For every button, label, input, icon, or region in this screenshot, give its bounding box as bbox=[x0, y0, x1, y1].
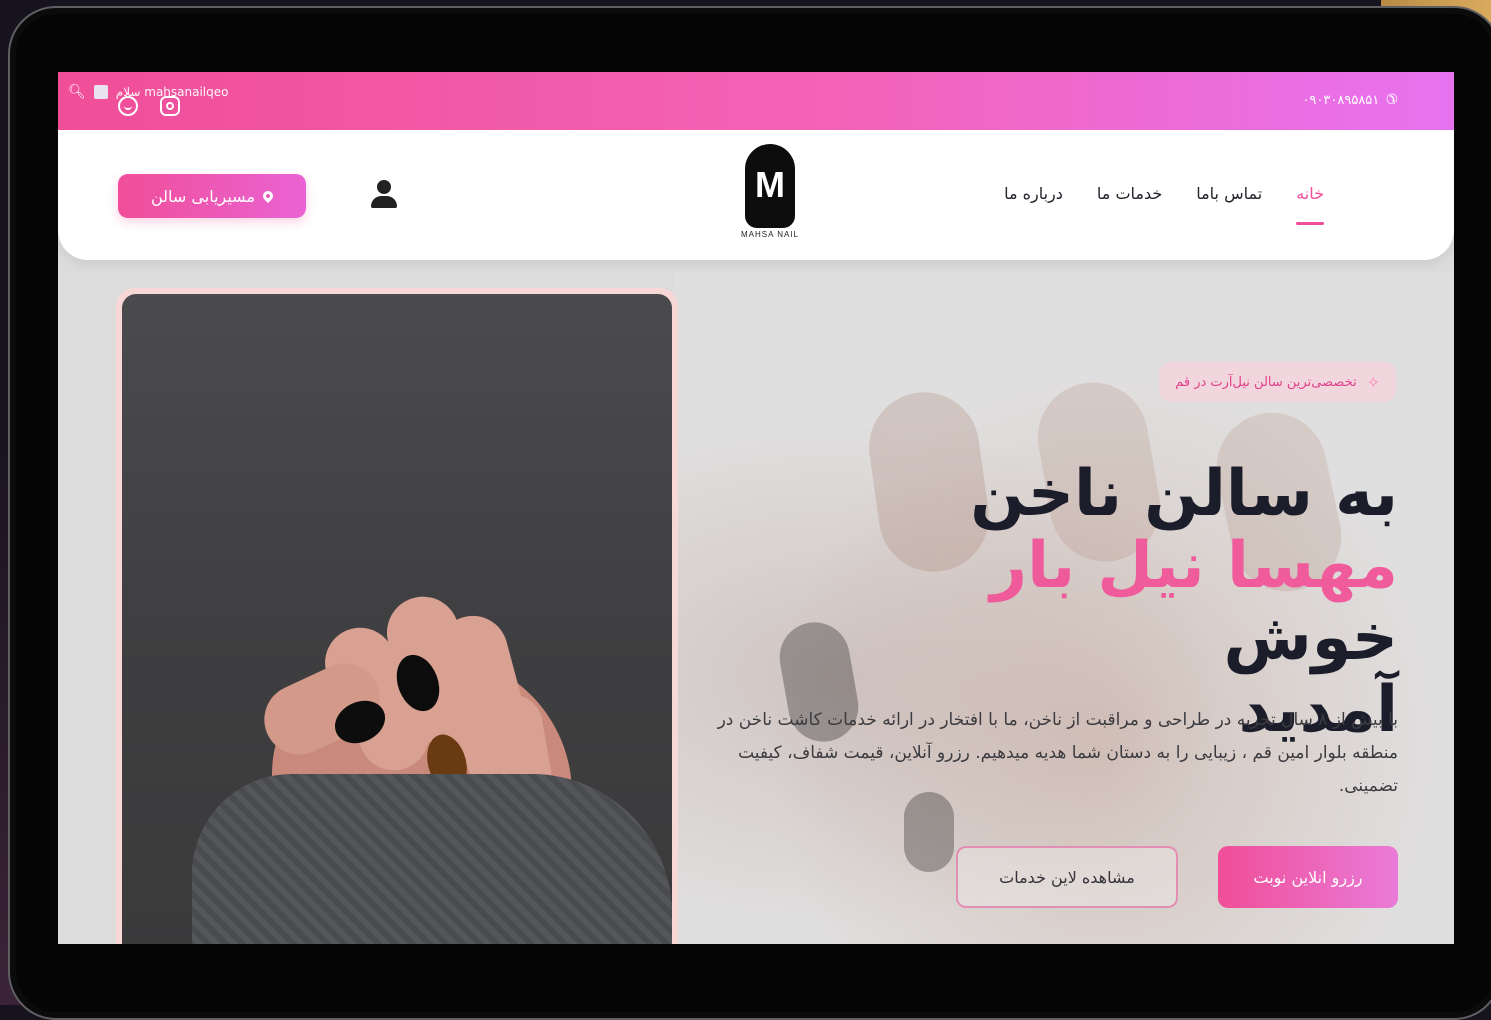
hero-title: به سالن ناخن مهسا نیل بار خوش آمدید bbox=[798, 458, 1398, 746]
nav-item-contact[interactable]: تماس باما bbox=[1196, 184, 1262, 203]
hero-tagline: ✧ تخصصی‌ترین سالن نیل‌آرت در قم bbox=[1159, 362, 1396, 402]
phone-contact[interactable]: ۰۹۰۳۰۸۹۵۸۵۱ ✆ bbox=[1302, 92, 1398, 108]
logo-mark: M bbox=[745, 144, 795, 228]
nav-item-services[interactable]: خدمات ما bbox=[1097, 184, 1162, 203]
site-header: خانه تماس باما خدمات ما درباره ما M MAHS… bbox=[58, 130, 1454, 260]
phone-icon: ✆ bbox=[1385, 92, 1398, 108]
nav-item-about[interactable]: درباره ما bbox=[1004, 184, 1063, 203]
location-pin-icon bbox=[260, 188, 276, 204]
hero-photo bbox=[122, 294, 672, 944]
instagram-icon[interactable] bbox=[160, 96, 180, 116]
hero-title-tail: خوش bbox=[1223, 601, 1398, 675]
route-button-label: مسیریابی سالن bbox=[150, 186, 256, 206]
tagline-text: تخصصی‌ترین سالن نیل‌آرت در قم bbox=[1175, 374, 1357, 390]
route-button[interactable]: مسیریابی سالن bbox=[118, 174, 306, 218]
site-logo[interactable]: M MAHSA NAIL bbox=[730, 144, 810, 244]
social-links bbox=[118, 96, 180, 116]
top-bar: ۰۹۰۳۰۸۹۵۸۵۱ ✆ 🔍︎ سلام mahsanailqeo bbox=[58, 72, 1454, 130]
hero-photo-frame bbox=[116, 288, 678, 944]
whatsapp-icon[interactable] bbox=[118, 96, 138, 116]
logo-letter: M bbox=[755, 164, 785, 205]
checkbox-icon[interactable] bbox=[93, 85, 108, 99]
phone-number: ۰۹۰۳۰۸۹۵۸۵۱ bbox=[1302, 92, 1380, 108]
book-online-button[interactable]: رزرو انلاین نوبت bbox=[1218, 846, 1398, 908]
hero-title-brand: مهسا نیل bbox=[1097, 529, 1398, 603]
sweater-sleeve bbox=[192, 774, 672, 944]
view-services-button[interactable]: مشاهده لاین خدمات bbox=[956, 846, 1178, 908]
main-nav: خانه تماس باما خدمات ما درباره ما bbox=[1004, 184, 1324, 225]
sparkle-icon: ✧ bbox=[1366, 372, 1380, 392]
search-icon[interactable]: 🔍︎ bbox=[68, 84, 86, 100]
user-icon[interactable] bbox=[370, 180, 398, 210]
browser-screen: ۰۹۰۳۰۸۹۵۸۵۱ ✆ 🔍︎ سلام mahsanailqeo خانه … bbox=[58, 72, 1454, 944]
hero-description: با بیش از ۸ سال تجربه در طراحی و مراقبت … bbox=[717, 710, 1398, 796]
hero-title-line1: به سالن ناخن bbox=[970, 457, 1398, 531]
logo-text: MAHSA NAIL bbox=[740, 230, 799, 239]
hero-title-brand2: بار bbox=[990, 529, 1076, 603]
nav-item-home[interactable]: خانه bbox=[1296, 184, 1324, 225]
hero-section: ✧ تخصصی‌ترین سالن نیل‌آرت در قم به سالن … bbox=[58, 272, 1454, 944]
hero-title-line2: مهسا نیل بار خوش bbox=[798, 530, 1398, 674]
